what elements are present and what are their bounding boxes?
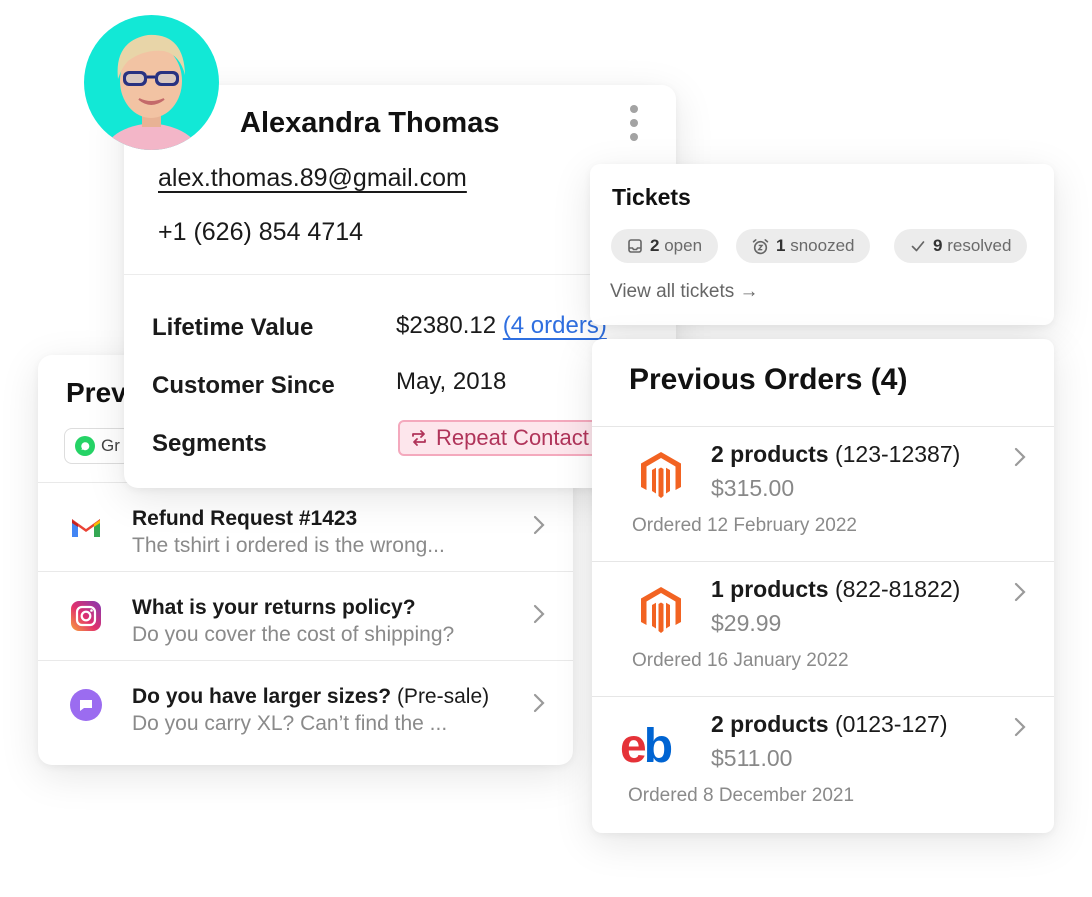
conversations-title: Prev	[66, 377, 127, 408]
repeat-icon	[412, 430, 426, 446]
order-item[interactable]: 2 products (123-12387) $315.00 Ordered 1…	[592, 426, 1054, 561]
order-date: Ordered 12 February 2022	[632, 515, 857, 536]
inbox-icon	[628, 239, 642, 253]
channel-chip-label: Gr	[101, 436, 120, 455]
magento-logo	[641, 587, 681, 633]
avatar	[84, 15, 219, 150]
chevron-right-icon	[533, 693, 545, 713]
kebab-menu-icon[interactable]	[625, 105, 643, 141]
order-list: 2 products (123-12387) $315.00 Ordered 1…	[592, 426, 1054, 831]
previous-orders-title: Previous Orders (4)	[629, 363, 908, 396]
customer-since-value: May, 2018	[396, 368, 507, 395]
customer-email[interactable]: alex.thomas.89@gmail.com	[158, 164, 467, 193]
gmail-icon	[72, 519, 100, 537]
lifetime-value-label: Lifetime Value	[152, 314, 314, 341]
conversation-list: Refund Request #1423 The tshirt i ordere…	[38, 482, 573, 749]
snoozed-tickets-pill[interactable]: 1 snoozed	[736, 229, 871, 263]
order-date: Ordered 8 December 2021	[628, 785, 855, 806]
order-summary: 1 products (822-81822)	[711, 576, 961, 602]
tickets-title: Tickets	[612, 184, 691, 210]
chevron-right-icon	[533, 515, 545, 535]
order-price: $511.00	[711, 745, 793, 771]
chat-icon	[70, 689, 102, 721]
conversation-item[interactable]: Refund Request #1423 The tshirt i ordere…	[38, 482, 573, 571]
order-item[interactable]: eb 2 products (0123-127) $511.00 Ordered…	[592, 696, 1054, 831]
previous-orders-card: Previous Orders (4) 2 products (123-1238…	[592, 339, 1054, 833]
conversation-title: Refund Request #1423	[132, 507, 358, 530]
chevron-right-icon	[1014, 582, 1026, 602]
checkmark-icon	[911, 241, 925, 252]
order-price: $29.99	[711, 610, 782, 636]
order-price: $315.00	[711, 475, 795, 501]
segment-label: Repeat Contact	[436, 425, 589, 450]
order-date: Ordered 16 January 2022	[632, 650, 849, 671]
whatsapp-icon	[75, 436, 95, 456]
conversation-preview: Do you carry XL? Can’t find the ...	[132, 712, 448, 735]
chevron-right-icon	[1014, 447, 1026, 467]
resolved-tickets-pill[interactable]: 9 resolved	[894, 229, 1028, 263]
magento-logo	[641, 452, 681, 498]
conversation-item[interactable]: Do you have larger sizes? (Pre-sale) Do …	[38, 660, 573, 749]
channel-filter-chip[interactable]: Gr	[64, 428, 131, 464]
conversation-item[interactable]: What is your returns policy? Do you cove…	[38, 571, 573, 660]
segment-badge[interactable]: Repeat Contact	[398, 420, 601, 456]
lifetime-value: $2380.12 (4 orders)	[396, 312, 607, 339]
conversation-title: Do you have larger sizes? (Pre-sale)	[132, 685, 490, 708]
open-tickets-pill[interactable]: 2 open	[611, 229, 719, 263]
customer-name: Alexandra Thomas	[240, 107, 500, 139]
conversation-preview: The tshirt i ordered is the wrong...	[132, 534, 445, 557]
customer-phone: +1 (626) 854 4714	[158, 218, 364, 246]
alarm-clock-icon	[752, 238, 769, 254]
ebay-logo: eb	[620, 720, 675, 771]
order-summary: 2 products (123-12387)	[711, 441, 961, 467]
conversation-title: What is your returns policy?	[132, 596, 416, 619]
view-all-tickets-link[interactable]: View all tickets →	[610, 281, 759, 303]
chevron-right-icon	[1014, 717, 1026, 737]
conversation-preview: Do you cover the cost of shipping?	[132, 623, 455, 646]
order-summary: 2 products (0123-127)	[711, 711, 948, 737]
tickets-card: Tickets 2 open 1 snoozed 9 resolved View…	[590, 164, 1054, 325]
customer-since-label: Customer Since	[152, 372, 335, 399]
segments-label: Segments	[152, 430, 267, 457]
svg-text:eb: eb	[620, 720, 672, 771]
order-item[interactable]: 1 products (822-81822) $29.99 Ordered 16…	[592, 561, 1054, 696]
instagram-icon	[71, 601, 101, 631]
chevron-right-icon	[533, 604, 545, 624]
